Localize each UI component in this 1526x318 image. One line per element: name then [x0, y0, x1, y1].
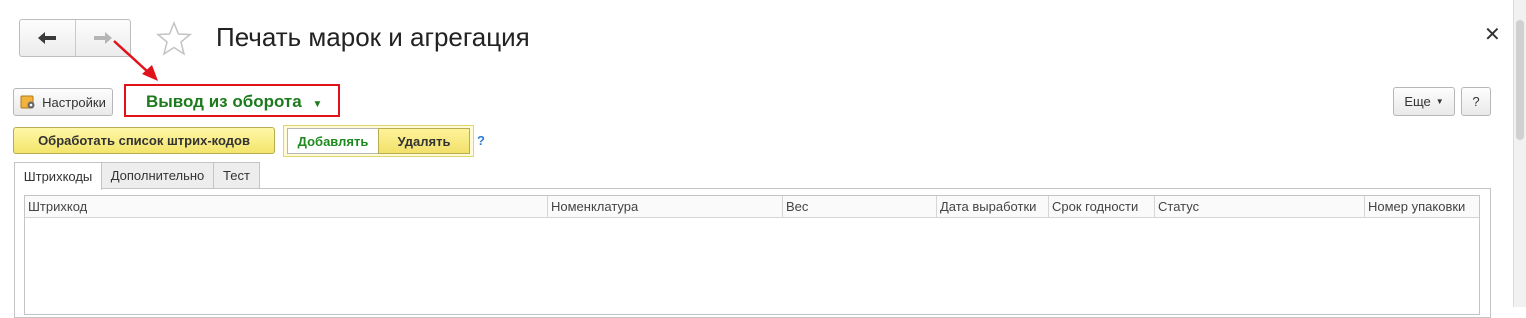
scrollbar-thumb[interactable] [1516, 20, 1524, 140]
mode-remove-label: Удалять [397, 133, 451, 149]
column-weight[interactable]: Вес [783, 196, 937, 217]
mode-help-link[interactable]: ? [477, 133, 485, 148]
mode-remove-option[interactable]: Удалять [378, 128, 470, 154]
column-nomenclature[interactable]: Номенклатура [548, 196, 783, 217]
arrow-left-icon [38, 32, 57, 44]
settings-gear-icon [20, 95, 35, 109]
tab-additional-label: Дополнительно [110, 168, 205, 183]
column-barcode[interactable]: Штрихкод [25, 196, 548, 217]
barcodes-table[interactable]: Штрихкод Номенклатура Вес Дата выработки… [24, 195, 1480, 315]
chevron-down-icon: ▼ [1435, 97, 1444, 106]
tab-barcodes[interactable]: Штрихкоды [14, 162, 102, 190]
column-package-number[interactable]: Номер упаковки [1365, 196, 1481, 217]
close-icon[interactable]: ✕ [1484, 22, 1501, 47]
tab-additional[interactable]: Дополнительно [101, 162, 214, 188]
operation-dropdown[interactable]: Вывод из оборота ▼ [146, 92, 322, 112]
window-scrollbar[interactable] [1513, 0, 1526, 307]
settings-label: Настройки [42, 94, 106, 110]
column-production-date[interactable]: Дата выработки [937, 196, 1049, 217]
back-button[interactable] [20, 20, 75, 56]
triangle-down-icon: ▼ [312, 99, 323, 110]
operation-label: Вывод из оборота [146, 92, 302, 111]
tab-test[interactable]: Тест [213, 162, 260, 188]
settings-button[interactable]: Настройки [13, 88, 113, 116]
more-label: Еще [1404, 94, 1431, 109]
column-status[interactable]: Статус [1155, 196, 1365, 217]
mode-add-option[interactable]: Добавлять [287, 128, 379, 154]
annotation-arrow [113, 40, 158, 81]
tab-test-label: Тест [223, 168, 250, 183]
process-barcodes-label: Обработать список штрих-кодов [38, 133, 250, 148]
page-title: Печать марок и агрегация [216, 22, 530, 52]
help-label: ? [1472, 94, 1480, 109]
help-button[interactable]: ? [1461, 87, 1491, 116]
process-barcodes-button[interactable]: Обработать список штрих-кодов [13, 127, 275, 154]
column-expiry[interactable]: Срок годности [1049, 196, 1155, 217]
mode-add-label: Добавлять [297, 133, 369, 149]
table-header: Штрихкод Номенклатура Вес Дата выработки… [25, 196, 1479, 218]
tab-barcodes-label: Штрихкоды [23, 169, 93, 184]
more-button[interactable]: Еще ▼ [1393, 87, 1455, 116]
